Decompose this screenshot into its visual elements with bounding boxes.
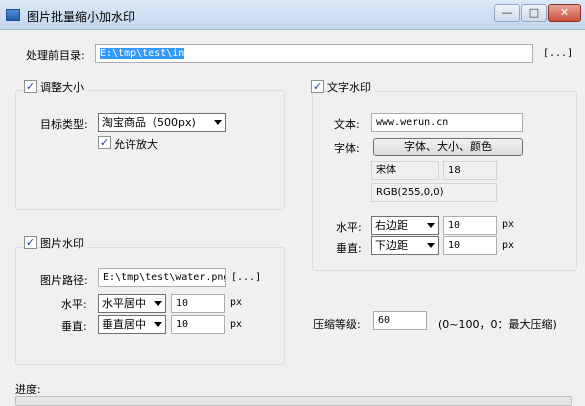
close-button[interactable]: ✕ (548, 4, 581, 22)
compression-input[interactable]: 60 (373, 311, 427, 330)
image-vertical-offset-input[interactable]: 10 (171, 315, 225, 334)
resize-label: 调整大小 (40, 79, 87, 95)
allow-enlarge-label: 允许放大 (114, 138, 158, 151)
chevron-down-icon (154, 322, 162, 327)
text-horizontal-offset-input[interactable]: 10 (443, 216, 497, 235)
source-browse-button[interactable]: [...] (543, 48, 573, 59)
font-name-display: 宋体 (371, 161, 439, 180)
source-dir-label: 处理前目录: (26, 49, 85, 62)
compression-hint: (0~100，0：最大压缩) (438, 318, 557, 331)
font-color-display: RGB(255,0,0) (371, 183, 497, 202)
text-vertical-unit: px (502, 240, 515, 251)
minimize-button[interactable]: — (494, 4, 520, 22)
image-browse-button[interactable]: [...] (231, 272, 261, 283)
progress-label: 进度: (15, 383, 41, 396)
maximize-button[interactable]: □ (521, 4, 547, 22)
image-horizontal-offset-input[interactable]: 10 (171, 294, 225, 313)
image-horizontal-label: 水平: (61, 298, 87, 311)
title-bar: 图片批量缩小加水印 — □ ✕ (0, 0, 585, 30)
image-vertical-select[interactable]: 垂直居中 (98, 315, 166, 334)
text-label: 文本: (334, 118, 360, 131)
text-horizontal-value: 右边距 (375, 219, 408, 232)
image-horizontal-value: 水平居中 (102, 297, 146, 310)
allow-enlarge-checkbox[interactable]: ✓ (98, 136, 111, 149)
text-horizontal-select[interactable]: 右边距 (371, 216, 439, 235)
image-vertical-label: 垂直: (61, 320, 87, 333)
image-horizontal-select[interactable]: 水平居中 (98, 294, 166, 313)
chevron-down-icon (427, 243, 435, 248)
image-vertical-value: 垂直居中 (102, 318, 146, 331)
text-vertical-select[interactable]: 下边距 (371, 236, 439, 255)
chevron-down-icon (214, 120, 222, 125)
text-watermark-label: 文字水印 (327, 79, 374, 95)
source-dir-value: E:\tmp\test\in (100, 48, 185, 59)
image-watermark-label: 图片水印 (40, 235, 87, 251)
font-settings-button[interactable]: 字体、大小、颜色 (373, 138, 523, 156)
image-path-input[interactable]: E:\tmp\test\water.png (98, 268, 226, 287)
text-watermark-checkbox[interactable]: ✓ (311, 80, 324, 93)
target-type-select[interactable]: 淘宝商品（500px) (98, 113, 226, 132)
resize-checkbox[interactable]: ✓ (24, 80, 37, 93)
app-icon (6, 9, 20, 21)
image-horizontal-unit: px (230, 297, 243, 308)
image-watermark-checkbox[interactable]: ✓ (24, 236, 37, 249)
target-type-value: 淘宝商品（500px) (102, 116, 196, 129)
compression-label: 压缩等级: (313, 318, 361, 331)
window-title: 图片批量缩小加水印 (27, 10, 136, 24)
text-horizontal-label: 水平: (336, 221, 362, 234)
chevron-down-icon (427, 223, 435, 228)
target-type-label: 目标类型: (40, 118, 88, 131)
image-path-label: 图片路径: (40, 274, 88, 287)
font-label: 字体: (334, 142, 360, 155)
text-input[interactable]: www.werun.cn (371, 113, 523, 132)
progress-bar (15, 396, 572, 406)
text-vertical-value: 下边距 (375, 239, 408, 252)
text-vertical-label: 垂直: (336, 242, 362, 255)
text-horizontal-unit: px (502, 219, 515, 230)
chevron-down-icon (154, 301, 162, 306)
font-size-display: 18 (443, 161, 497, 180)
source-dir-input[interactable]: E:\tmp\test\in (95, 44, 533, 63)
image-vertical-unit: px (230, 319, 243, 330)
text-vertical-offset-input[interactable]: 10 (443, 236, 497, 255)
